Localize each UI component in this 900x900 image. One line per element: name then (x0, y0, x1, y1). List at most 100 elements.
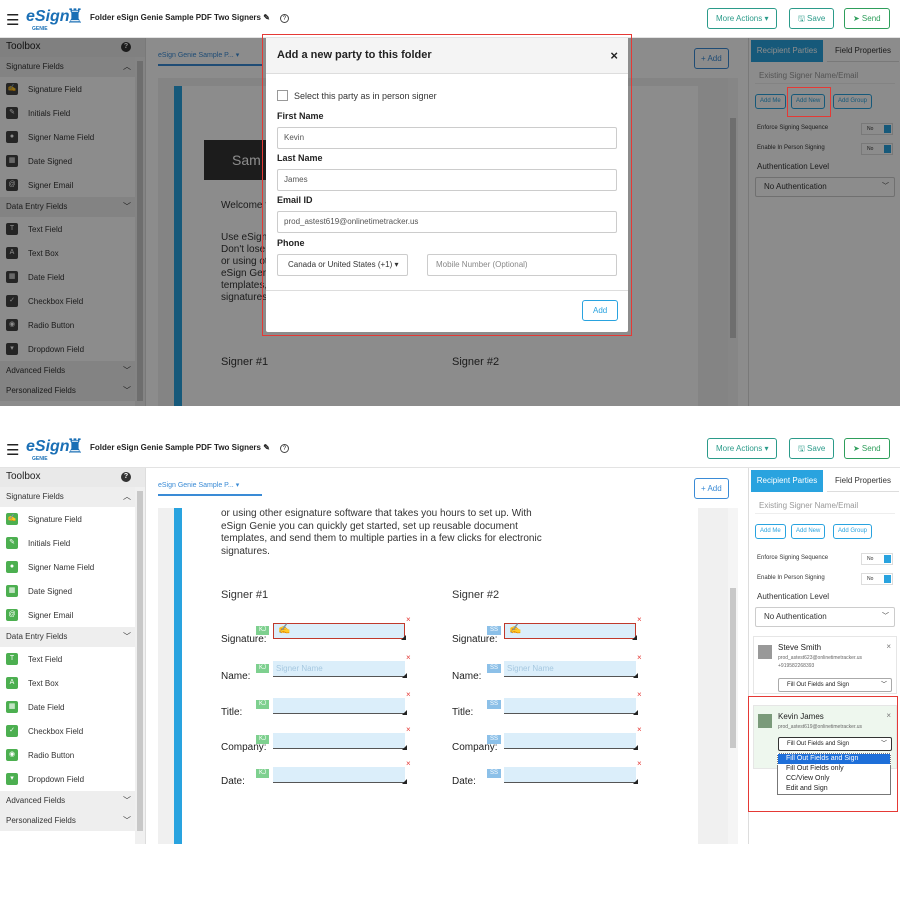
esign-genie-logo: eSign GENIE ♜ (24, 3, 84, 33)
tool-date-field[interactable]: ▦ Date Field (0, 695, 145, 719)
help-icon[interactable]: ? (121, 472, 131, 482)
tool-dropdown-field[interactable]: ▾ Dropdown Field (0, 767, 145, 791)
signer-tag: SS (487, 769, 502, 778)
resize-handle[interactable] (632, 635, 637, 640)
remove-field-icon[interactable]: × (406, 725, 411, 734)
in-person-toggle[interactable]: No (861, 573, 893, 585)
scrollbar-thumb[interactable] (137, 491, 143, 831)
remove-field-icon[interactable]: × (637, 615, 642, 624)
date-field-signer1[interactable] (273, 767, 407, 784)
remove-field-icon[interactable]: × (406, 653, 411, 662)
text-field-icon: T (6, 653, 18, 665)
remove-field-icon[interactable]: × (637, 653, 642, 662)
toolbox-scrollbar[interactable] (135, 487, 145, 844)
tool-radio-button[interactable]: ◉ Radio Button (0, 743, 145, 767)
more-actions-button[interactable]: More Actions ▾ (707, 8, 778, 29)
more-actions-button[interactable]: More Actions ▾ (707, 438, 778, 459)
remove-field-icon[interactable]: × (406, 759, 411, 768)
help-icon[interactable]: ? (279, 14, 289, 23)
enforce-sequence-toggle[interactable]: No (861, 553, 893, 565)
title-field-signer1[interactable] (273, 698, 407, 715)
tool-initials-field[interactable]: ✎ Initials Field (0, 531, 145, 555)
title-field-signer2[interactable] (504, 698, 638, 715)
help-icon[interactable]: ? (279, 444, 289, 453)
resize-handle[interactable] (402, 673, 407, 678)
add-new-button[interactable]: Add New (791, 524, 826, 539)
hamburger-menu-icon[interactable]: ☰ (6, 441, 19, 459)
tool-date-signed[interactable]: ▦ Date Signed (0, 579, 145, 603)
save-button[interactable]: 🖫 Save (789, 438, 835, 459)
signer-tag: KJ (256, 700, 270, 709)
tool-text-field[interactable]: T Text Field (0, 647, 145, 671)
hamburger-menu-icon[interactable]: ☰ (6, 11, 19, 29)
tool-text-box[interactable]: A Text Box (0, 671, 145, 695)
scrollbar-thumb[interactable] (730, 588, 736, 748)
remove-field-icon[interactable]: × (637, 759, 642, 768)
name-field-signer2[interactable]: Signer Name (504, 661, 638, 678)
folder-title-text: Folder eSign Genie Sample PDF Two Signer… (90, 443, 261, 452)
remove-field-icon[interactable]: × (406, 690, 411, 699)
tool-checkbox-field[interactable]: ✓ Checkbox Field (0, 719, 145, 743)
signature-field-signer2[interactable]: ✍ (504, 623, 637, 640)
dropdown-icon: ▾ (6, 773, 18, 785)
party-role-select[interactable]: Fill Out Fields and Sign ﹀ (778, 678, 892, 692)
resize-handle[interactable] (633, 710, 638, 715)
signature-label: Signature: (221, 634, 267, 645)
send-button[interactable]: ➤ Send (844, 8, 890, 29)
date-field-signer2[interactable] (504, 767, 638, 784)
document-tab[interactable]: eSign Genie Sample P... ▾ (158, 478, 262, 496)
save-button[interactable]: 🖫 Save (789, 8, 835, 29)
tab-field-properties[interactable]: Field Properties (827, 470, 899, 492)
signer-tag: SS (487, 735, 502, 744)
tab-recipient-parties[interactable]: Recipient Parties (751, 470, 823, 492)
logo-sub: GENIE (32, 26, 48, 32)
tool-label: Text Field (28, 654, 63, 664)
section-signature-fields[interactable]: Signature Fields ︿ (0, 487, 145, 507)
user-icon: ● (6, 561, 18, 573)
company-field-signer2[interactable] (504, 733, 638, 750)
resize-handle[interactable] (633, 779, 638, 784)
doc-line: signatures. (221, 545, 270, 557)
tool-signature-field[interactable]: ✍ Signature Field (0, 507, 145, 531)
doc-line: templates, and send them to multiple par… (221, 533, 542, 544)
resize-handle[interactable] (401, 635, 406, 640)
tool-signer-name-field[interactable]: ● Signer Name Field (0, 555, 145, 579)
remove-field-icon[interactable]: × (637, 690, 642, 699)
resize-handle[interactable] (402, 779, 407, 784)
tool-signer-email[interactable]: @ Signer Email (0, 603, 145, 627)
name-field-signer1[interactable]: Signer Name (273, 661, 407, 678)
section-data-entry-fields[interactable]: Data Entry Fields ﹀ (0, 627, 145, 647)
remove-party-icon[interactable]: × (886, 642, 891, 651)
remove-field-icon[interactable]: × (406, 615, 411, 624)
edit-pencil-icon[interactable]: ✎ (263, 443, 270, 452)
document-page: or using other esignature software that … (174, 508, 698, 844)
highlight-new-party (748, 696, 898, 812)
signature-field-signer1[interactable]: ✍ (273, 623, 406, 640)
existing-signer-input[interactable]: Existing Signer Name/Email (755, 498, 895, 514)
radio-icon: ◉ (6, 749, 18, 761)
date-label: Date: (221, 776, 245, 787)
company-field-signer1[interactable] (273, 733, 407, 750)
resize-handle[interactable] (402, 745, 407, 750)
section-personalized-fields[interactable]: Personalized Fields ﹀ (0, 811, 145, 831)
section-advanced-fields[interactable]: Advanced Fields ﹀ (0, 791, 145, 811)
doc-line: eSign Genie you can quickly get started,… (221, 520, 518, 532)
add-document-button[interactable]: + Add (694, 478, 729, 499)
resize-handle[interactable] (402, 710, 407, 715)
edit-pencil-icon[interactable]: ✎ (263, 13, 270, 22)
add-me-button[interactable]: Add Me (755, 524, 786, 539)
party-card-steve-smith[interactable]: Steve Smith prod_astest623@onlinetimetra… (753, 636, 897, 694)
chevron-down-icon: ﹀ (882, 613, 889, 620)
section-label: Signature Fields (6, 492, 64, 501)
tool-label: Signer Email (28, 610, 74, 620)
remove-field-icon[interactable]: × (637, 725, 642, 734)
send-button[interactable]: ➤ Send (844, 438, 890, 459)
date-label: Date: (452, 776, 476, 787)
doc-line: or using other esignature software that … (221, 508, 532, 519)
resize-handle[interactable] (633, 745, 638, 750)
resize-handle[interactable] (633, 673, 638, 678)
signature-icon: ✍ (278, 624, 291, 635)
document-scrollbar[interactable] (728, 508, 738, 844)
auth-level-select[interactable]: No Authentication ﹀ (755, 607, 895, 627)
add-group-button[interactable]: Add Group (833, 524, 873, 539)
